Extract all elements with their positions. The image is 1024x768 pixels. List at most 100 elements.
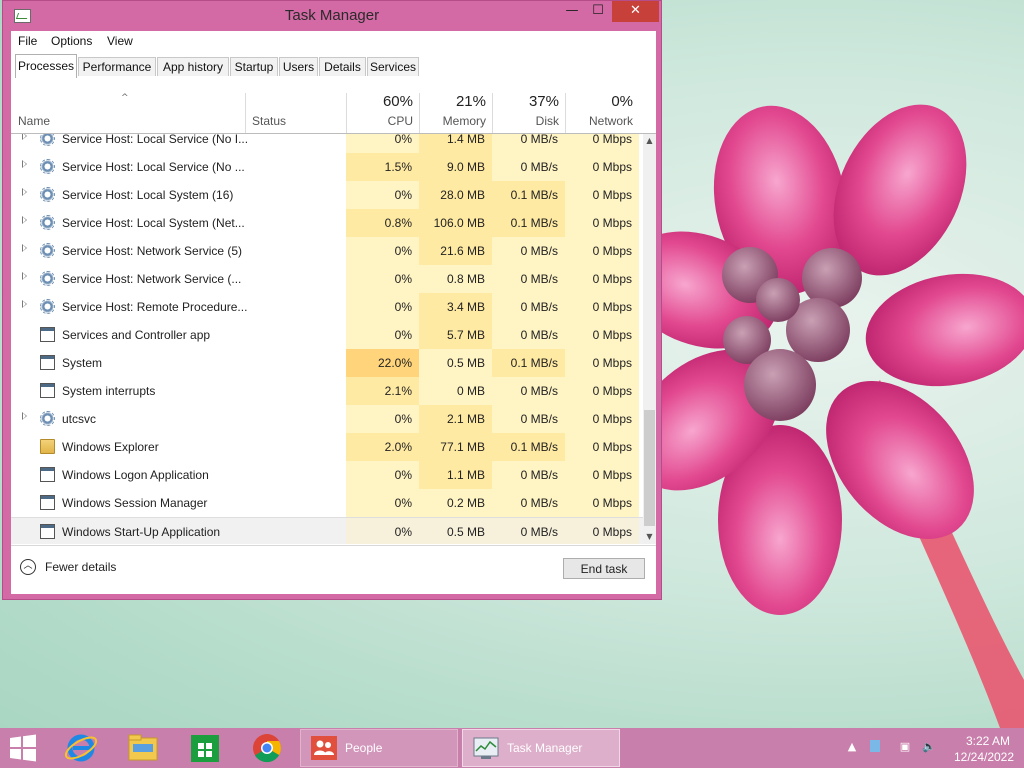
volume-icon[interactable]: 🔈 xyxy=(922,740,936,754)
window-icon xyxy=(40,355,55,370)
vertical-scrollbar[interactable]: ▲ ▼ xyxy=(643,134,656,544)
scroll-down-icon[interactable]: ▼ xyxy=(643,530,656,544)
process-row[interactable]: Service Host: Network Service (5) 0% 21.6 … xyxy=(11,237,643,265)
memory-value: 0.5 MB xyxy=(419,349,492,377)
memory-value: 9.0 MB xyxy=(419,153,492,181)
header-network[interactable]: 0% Network xyxy=(565,79,639,133)
menu-view[interactable]: View xyxy=(107,34,133,48)
gear-icon xyxy=(40,271,55,286)
network-value: 0 Mbps xyxy=(565,153,639,181)
network-value: 0 Mbps xyxy=(565,349,639,377)
taskbar-task-manager[interactable]: Task Manager xyxy=(462,729,620,767)
scroll-up-icon[interactable]: ▲ xyxy=(643,134,656,148)
taskbar-people-label: People xyxy=(345,741,383,755)
tab-users[interactable]: Users xyxy=(279,57,318,76)
internet-explorer-icon[interactable] xyxy=(62,732,100,764)
network-value: 0 Mbps xyxy=(565,321,639,349)
process-row[interactable]: System 22.0% 0.5 MB 0.1 MB/s 0 Mbps xyxy=(11,349,643,377)
process-name: Service Host: Local System (Net... xyxy=(62,216,245,230)
cpu-value: 2.1% xyxy=(346,377,419,405)
disk-value: 0.1 MB/s xyxy=(492,209,565,237)
expand-arrow-icon[interactable] xyxy=(22,272,27,280)
expand-arrow-icon[interactable] xyxy=(22,300,27,308)
process-row[interactable]: Windows Session Manager 0% 0.2 MB 0 MB/s 0 M… xyxy=(11,489,643,517)
memory-value: 0.8 MB xyxy=(419,265,492,293)
expand-arrow-icon[interactable] xyxy=(22,216,27,224)
action-center-icon[interactable] xyxy=(870,740,880,752)
network-icon[interactable]: ▣ xyxy=(898,740,912,754)
clock-date[interactable]: 12/24/2022 xyxy=(946,750,1022,764)
memory-value: 28.0 MB xyxy=(419,181,492,209)
process-name: utcsvc xyxy=(62,412,97,426)
network-value: 0 Mbps xyxy=(565,518,639,544)
collapse-chevron-icon[interactable]: ︿ xyxy=(20,559,36,575)
expand-arrow-icon[interactable] xyxy=(22,188,27,196)
file-explorer-icon[interactable] xyxy=(124,732,162,764)
process-row[interactable]: Windows Logon Application 0% 1.1 MB 0 MB/s 0… xyxy=(11,461,643,489)
process-row[interactable]: utcsvc 0% 2.1 MB 0 MB/s 0 Mbps xyxy=(11,405,643,433)
taskbar-people[interactable]: People xyxy=(300,729,458,767)
gear-icon xyxy=(40,187,55,202)
menu-file[interactable]: File xyxy=(18,34,37,48)
process-row[interactable]: Service Host: Local System (16) 0% 28.0 MB… xyxy=(11,181,643,209)
process-row[interactable]: Service Host: Remote Procedure... 0% 3.4 M… xyxy=(11,293,643,321)
header-name-label: Name xyxy=(18,114,51,128)
process-name: System interrupts xyxy=(62,384,156,398)
menu-options[interactable]: Options xyxy=(51,34,92,48)
chrome-icon[interactable] xyxy=(248,732,286,764)
show-hidden-icons-icon[interactable]: ▲ xyxy=(845,740,859,754)
scrollbar-thumb[interactable] xyxy=(644,410,655,526)
close-button[interactable]: ✕ xyxy=(612,1,659,22)
title-bar[interactable]: Task Manager — ☐ ✕ xyxy=(3,1,661,31)
process-row[interactable]: Services and Controller app 0% 5.7 MB 0 MB/… xyxy=(11,321,643,349)
tab-details[interactable]: Details xyxy=(319,57,366,76)
maximize-button[interactable]: ☐ xyxy=(585,1,611,22)
header-disk[interactable]: 37% Disk xyxy=(492,79,565,133)
process-name: Windows Session Manager xyxy=(62,496,208,510)
memory-label: Memory xyxy=(442,114,486,128)
window-icon xyxy=(40,327,55,342)
expand-arrow-icon[interactable] xyxy=(22,134,27,140)
taskbar: People Task Manager ▲ ▣ 🔈 3:22 AM 12/24/… xyxy=(0,728,1024,768)
network-value: 0 Mbps xyxy=(565,433,639,461)
disk-total: 37% xyxy=(528,93,559,110)
process-row[interactable]: System interrupts 2.1% 0 MB 0 MB/s 0 Mbps xyxy=(11,377,643,405)
network-value: 0 Mbps xyxy=(565,377,639,405)
store-icon[interactable] xyxy=(186,732,224,764)
tab-services[interactable]: Services xyxy=(367,57,419,76)
process-row[interactable]: Service Host: Local Service (No ... 1.5% 9… xyxy=(11,153,643,181)
menu-bar: File Options View xyxy=(11,31,656,53)
header-cpu[interactable]: 60% CPU xyxy=(346,79,419,133)
expand-arrow-icon[interactable] xyxy=(22,160,27,168)
expand-arrow-icon[interactable] xyxy=(22,244,27,252)
header-memory[interactable]: 21% Memory xyxy=(419,79,492,133)
tab-app-history[interactable]: App history xyxy=(157,57,229,76)
disk-value: 0 MB/s xyxy=(492,237,565,265)
cpu-value: 0% xyxy=(346,293,419,321)
window-icon xyxy=(40,524,55,539)
cpu-value: 0% xyxy=(346,405,419,433)
cpu-value: 2.0% xyxy=(346,433,419,461)
network-value: 0 Mbps xyxy=(565,134,639,153)
clock-time[interactable]: 3:22 AM xyxy=(958,734,1018,748)
header-status[interactable]: Status xyxy=(245,79,346,133)
header-name[interactable]: Name xyxy=(11,79,245,133)
tab-startup[interactable]: Startup xyxy=(230,57,278,76)
end-task-button[interactable]: End task xyxy=(563,558,645,579)
process-row[interactable]: Windows Start-Up Application 0% 0.5 MB 0 MB… xyxy=(11,517,643,544)
disk-label: Disk xyxy=(535,114,559,128)
expand-arrow-icon[interactable] xyxy=(22,412,27,420)
memory-value: 0.5 MB xyxy=(419,518,492,544)
tab-performance[interactable]: Performance xyxy=(78,57,156,76)
process-row[interactable]: Service Host: Local Service (No I... 0% 1.… xyxy=(11,134,643,153)
process-row[interactable]: Service Host: Network Service (... 0% 0.8 … xyxy=(11,265,643,293)
minimize-button[interactable]: — xyxy=(559,1,585,22)
process-row[interactable]: Service Host: Local System (Net... 0.8% 10… xyxy=(11,209,643,237)
process-row[interactable]: Windows Explorer 2.0% 77.1 MB 0.1 MB/s 0 Mbp… xyxy=(11,433,643,461)
network-value: 0 Mbps xyxy=(565,489,639,517)
start-icon[interactable] xyxy=(8,734,38,762)
process-name: Service Host: Network Service (5) xyxy=(62,244,243,258)
fewer-details-label[interactable]: Fewer details xyxy=(45,560,116,574)
network-value: 0 Mbps xyxy=(565,293,639,321)
tab-processes[interactable]: Processes xyxy=(15,54,77,78)
